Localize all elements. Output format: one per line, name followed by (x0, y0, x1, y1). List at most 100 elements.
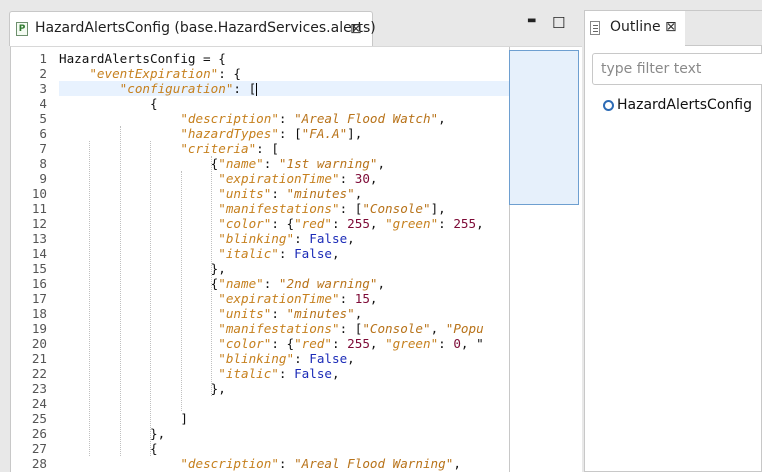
code-line: "eventExpiration": { (59, 66, 241, 81)
code-token: , (438, 111, 446, 126)
line-number: 1 (39, 51, 47, 66)
code-token: "expirationTime" (218, 291, 340, 306)
code-token: , (369, 216, 386, 231)
code-line: "description": "Areal Flood Warning", (59, 456, 461, 471)
code-line: "italic": False, (59, 246, 340, 261)
module-icon (603, 100, 614, 111)
code-token: : (331, 216, 348, 231)
code-text-area[interactable]: HazardAlertsConfig = { "eventExpiration"… (59, 47, 509, 472)
code-line: "blinking": False, (59, 351, 355, 366)
line-number: 15 (31, 261, 47, 276)
code-token: }, (59, 381, 226, 396)
text-caret (256, 83, 258, 96)
code-token: "name" (218, 276, 264, 291)
code-token: : (278, 111, 295, 126)
code-token: "Areal Flood Watch" (294, 111, 439, 126)
line-number: 25 (31, 411, 47, 426)
outline-tree-item[interactable]: HazardAlertsConfig (603, 97, 752, 115)
code-token: : [ (339, 321, 363, 336)
code-token: "description" (180, 111, 279, 126)
editor-scrollbar-track[interactable] (579, 47, 582, 472)
code-token: "green" (385, 216, 439, 231)
code-token: "blinking" (218, 351, 295, 366)
code-line: "description": "Areal Flood Watch", (59, 111, 446, 126)
indent-guide (150, 141, 152, 456)
line-number-gutter: 1 2 3 4 5 6 7 8 9 10 11 12 13 14 15 16 17 18 19 20 21 22 23 24 2… (11, 47, 51, 472)
code-token: False (309, 231, 348, 246)
code-token: , (377, 156, 386, 171)
line-number: 26 (31, 426, 47, 441)
code-token: : (438, 216, 454, 231)
code-token: , (453, 456, 461, 471)
line-number: 27 (31, 441, 47, 456)
code-token: : (278, 246, 295, 261)
line-number: 20 (31, 336, 47, 351)
code-token: { (59, 441, 158, 456)
code-editor[interactable]: 1 2 3 4 5 6 7 8 9 10 11 12 13 14 15 16 17 18 19 20 21 22 23 24 2… (10, 46, 582, 472)
code-line: "italic": False, (59, 366, 339, 381)
line-number: 3 (39, 81, 47, 96)
editor-tab[interactable]: P HazardAlertsConfig (base.HazardService… (9, 11, 376, 46)
code-token: : { (271, 336, 295, 351)
code-token: : (278, 366, 295, 381)
minimize-icon[interactable]: ▬ (527, 15, 536, 26)
code-token: "Areal Flood Warning" (294, 456, 454, 471)
code-token: : (278, 456, 295, 471)
code-token: : [ (278, 126, 302, 141)
code-token: "Console" (362, 321, 431, 336)
code-token: "italic" (218, 366, 279, 381)
code-token: : (294, 351, 310, 366)
line-number: 6 (39, 126, 47, 141)
code-token: "criteria" (180, 141, 257, 156)
line-number: 2 (39, 66, 47, 81)
code-token: , (332, 246, 340, 261)
code-token: , (377, 276, 386, 291)
code-token: "italic" (218, 246, 279, 261)
code-token: 255 (453, 216, 477, 231)
maximize-icon[interactable]: ☐ (552, 14, 565, 32)
code-token: "2nd warning" (278, 276, 378, 291)
minimap-viewport[interactable] (509, 50, 579, 205)
code-token: 255 (347, 216, 370, 231)
line-number: 24 (31, 396, 47, 411)
line-number: 17 (31, 291, 47, 306)
code-line: "blinking": False, (59, 231, 355, 246)
code-line: { (59, 441, 158, 456)
code-token: ], (430, 201, 446, 216)
code-token: "minutes" (286, 186, 355, 201)
code-token: : { (271, 216, 295, 231)
code-line: "expirationTime": 15, (59, 291, 377, 306)
code-line: "manifestations": ["Console", "Popu (59, 321, 483, 336)
code-token: : (438, 336, 454, 351)
python-file-icon: P (16, 22, 28, 36)
code-token: , " (460, 336, 484, 351)
indent-guide (180, 171, 182, 411)
code-token: { (59, 96, 158, 111)
code-token: , (354, 186, 363, 201)
code-token: HazardAlertsConfig = { (59, 51, 226, 66)
outline-tab[interactable]: Outline ⊠ (585, 11, 686, 46)
outline-filter-input[interactable] (592, 53, 762, 85)
editor-tab-close-icon[interactable]: ⊠ (350, 21, 362, 37)
indent-guide (89, 141, 91, 456)
outline-tab-close-icon[interactable]: ⊠ (665, 19, 677, 35)
code-token: False (294, 246, 332, 261)
editor-tab-bar: P HazardAlertsConfig (base.HazardService… (0, 0, 582, 46)
code-token: "description" (180, 456, 279, 471)
code-line: "manifestations": ["Console"], (59, 201, 446, 216)
editor-tab-title: HazardAlertsConfig (base.HazardServices.… (35, 20, 376, 36)
code-token: : (271, 186, 287, 201)
editor-part: P HazardAlertsConfig (base.HazardService… (0, 0, 582, 472)
code-line: { (59, 96, 158, 111)
code-token: : (263, 156, 279, 171)
code-token: , (369, 171, 378, 186)
